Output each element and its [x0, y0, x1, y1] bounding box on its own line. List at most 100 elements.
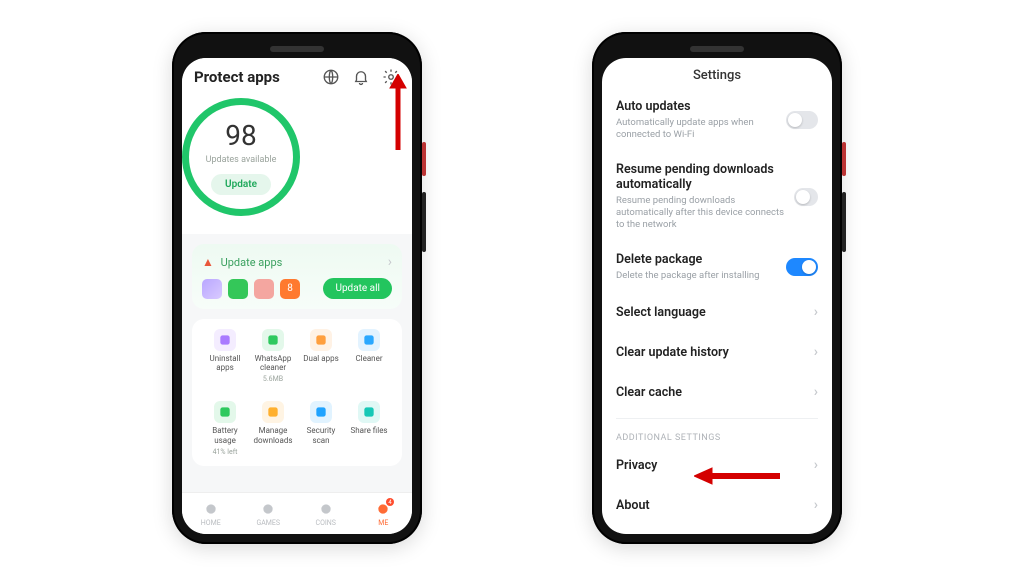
update-button[interactable]: Update	[211, 174, 271, 195]
row-title: Clear cache	[616, 385, 682, 400]
row-title: Clear update history	[616, 345, 729, 360]
tool-security-scan[interactable]: Security scan	[298, 401, 344, 455]
tool-label: Share files	[350, 426, 387, 435]
row-title: About	[616, 498, 650, 513]
bottom-tab-bar: HOME GAMES COINS ME 4	[182, 492, 412, 534]
tool-icon	[262, 329, 284, 351]
rocket-icon: ▲	[202, 255, 214, 269]
tool-icon	[310, 329, 332, 351]
tool-icon	[214, 329, 236, 351]
header: Protect apps	[182, 58, 412, 90]
chevron-right-icon: ›	[814, 457, 818, 473]
bell-icon[interactable]	[352, 68, 370, 86]
row-title: Delete package	[616, 252, 759, 267]
tool-subtitle: 41% left	[213, 448, 238, 456]
row-select-language[interactable]: Select language ›	[602, 292, 832, 332]
tools-grid-card: Uninstall appsWhatsApp cleaner 5.6MB Dual …	[192, 319, 402, 466]
tab-label: ME	[378, 519, 388, 527]
row-about[interactable]: About ›	[602, 485, 832, 525]
tool-share-files[interactable]: Share files	[346, 401, 392, 455]
tool-label: Battery usage	[202, 426, 248, 444]
tool-subtitle: 5.6MB	[263, 375, 283, 383]
phone-frame-left: Protect apps 98 Updates available	[172, 32, 422, 544]
row-title: Auto updates	[616, 99, 786, 114]
update-apps-title: Update apps	[221, 256, 283, 269]
chevron-right-icon: ›	[814, 304, 818, 320]
row-auto-updates[interactable]: Auto updates Automatically update apps w…	[602, 89, 832, 152]
power-button	[422, 142, 426, 176]
divider	[616, 418, 818, 419]
row-resume-downloads[interactable]: Resume pending downloads automatically R…	[602, 152, 832, 242]
chevron-right-icon: ›	[814, 497, 818, 513]
page-title: Protect apps	[194, 68, 280, 86]
tool-label: Dual apps	[303, 354, 338, 363]
speaker-slot	[270, 46, 324, 52]
tab-label: HOME	[201, 519, 221, 527]
power-button	[842, 142, 846, 176]
tool-cleaner[interactable]: Cleaner	[346, 329, 392, 383]
tab-me[interactable]: ME 4	[355, 493, 413, 534]
row-title: Privacy	[616, 458, 657, 473]
tab-coins[interactable]: COINS	[297, 493, 355, 534]
tab-label: GAMES	[256, 519, 280, 527]
row-clear-update-history[interactable]: Clear update history ›	[602, 332, 832, 372]
gear-icon[interactable]	[382, 68, 400, 86]
row-privacy[interactable]: Privacy ›	[602, 445, 832, 485]
update-all-button[interactable]: Update all	[323, 278, 392, 299]
tool-manage-downloads[interactable]: Manage downloads	[250, 401, 296, 455]
app-icon	[254, 279, 274, 299]
score-value: 98	[225, 119, 256, 152]
toggle-auto-updates[interactable]	[786, 111, 818, 129]
chevron-right-icon: ›	[388, 254, 392, 270]
tab-icon	[318, 501, 334, 517]
tool-icon	[214, 401, 236, 423]
page-title: Settings	[602, 58, 832, 89]
section-header-additional: ADDITIONAL SETTINGS	[602, 425, 832, 445]
volume-button	[422, 192, 426, 252]
status-ring-section: 98 Updates available Update	[182, 90, 412, 234]
phone-frame-right: Settings Auto updates Automatically upda…	[592, 32, 842, 544]
status-ring: 98 Updates available Update	[182, 98, 300, 216]
tool-label: Cleaner	[355, 354, 382, 363]
tool-icon	[310, 401, 332, 423]
chevron-right-icon: ›	[814, 344, 818, 360]
tool-icon	[358, 329, 380, 351]
row-clear-cache[interactable]: Clear cache ›	[602, 372, 832, 412]
tab-icon	[203, 501, 219, 517]
row-subtitle: Automatically update apps when connected…	[616, 117, 786, 142]
tab-home[interactable]: HOME	[182, 493, 240, 534]
tool-label: Manage downloads	[250, 426, 296, 444]
row-delete-package[interactable]: Delete package Delete the package after …	[602, 242, 832, 292]
app-icon	[228, 279, 248, 299]
tab-games[interactable]: GAMES	[240, 493, 298, 534]
tool-battery-usage[interactable]: Battery usage 41% left	[202, 401, 248, 455]
toggle-resume-downloads[interactable]	[794, 188, 818, 206]
volume-button	[842, 192, 846, 252]
tab-label: COINS	[316, 519, 336, 527]
tool-label: Uninstall apps	[202, 354, 248, 372]
tool-uninstall-apps[interactable]: Uninstall apps	[202, 329, 248, 383]
tool-icon	[358, 401, 380, 423]
update-apps-card[interactable]: ▲ Update apps › 8 Update all	[192, 244, 402, 309]
row-title: Resume pending downloads automatically	[616, 162, 794, 192]
row-subtitle: Resume pending downloads automatically a…	[616, 195, 786, 232]
tab-icon	[260, 501, 276, 517]
pending-count-badge: 8	[280, 279, 300, 299]
score-subtitle: Updates available	[206, 155, 277, 165]
row-title: Select language	[616, 305, 706, 320]
screen-settings: Settings Auto updates Automatically upda…	[602, 58, 832, 534]
screen-protect-apps: Protect apps 98 Updates available	[182, 58, 412, 534]
tool-label: WhatsApp cleaner	[250, 354, 296, 372]
row-subtitle: Delete the package after installing	[616, 270, 759, 282]
tab-badge: 4	[386, 498, 394, 506]
globe-icon[interactable]	[322, 68, 340, 86]
tool-dual-apps[interactable]: Dual apps	[298, 329, 344, 383]
app-icon	[202, 279, 222, 299]
tool-label: Security scan	[298, 426, 344, 444]
tool-whatsapp-cleaner[interactable]: WhatsApp cleaner 5.6MB	[250, 329, 296, 383]
chevron-right-icon: ›	[814, 384, 818, 400]
tool-icon	[262, 401, 284, 423]
speaker-slot	[690, 46, 744, 52]
pending-apps-row: 8 Update all	[202, 278, 392, 299]
toggle-delete-package[interactable]	[786, 258, 818, 276]
